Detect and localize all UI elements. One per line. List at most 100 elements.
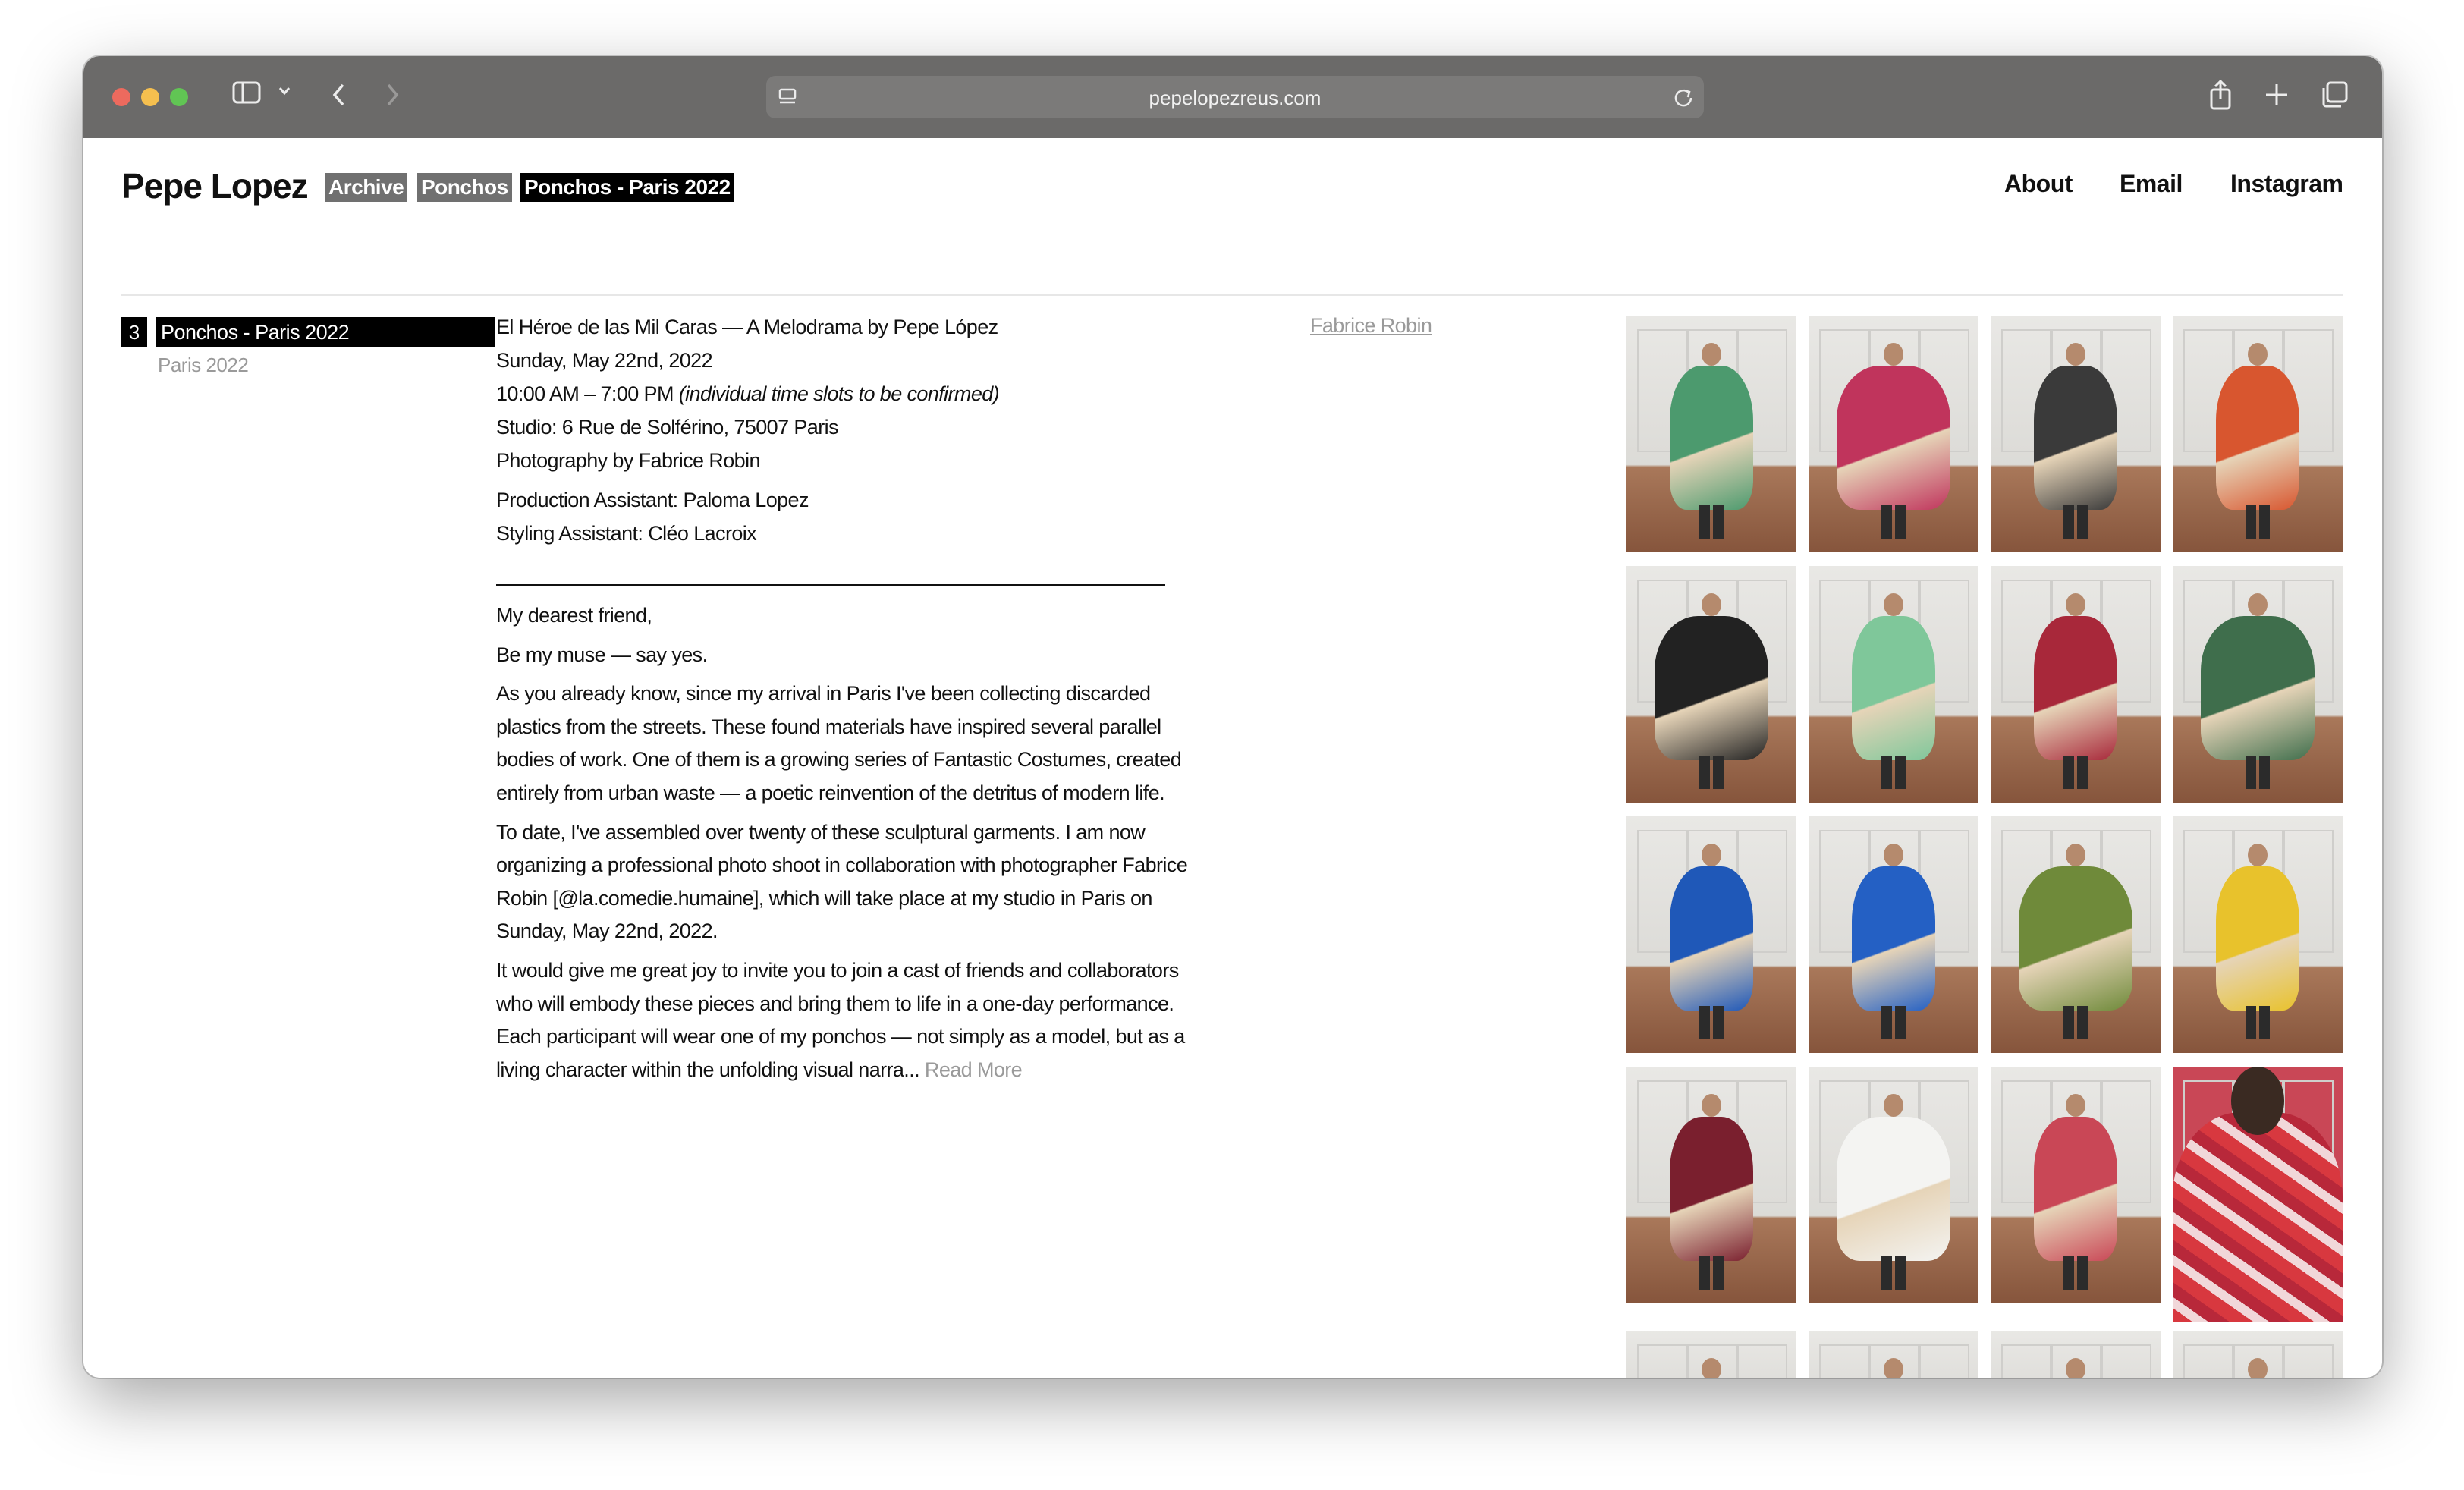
breadcrumb-archive[interactable]: Archive xyxy=(325,173,408,202)
letter-paragraph: Be my muse — say yes. xyxy=(496,643,708,666)
project-number[interactable]: 3 xyxy=(121,317,147,347)
model-head xyxy=(2066,844,2085,866)
gallery-thumbnail[interactable] xyxy=(1809,1331,1978,1378)
browser-toolbar: pepelopezreus.com xyxy=(83,56,2382,138)
zoom-window-button[interactable] xyxy=(170,88,188,106)
model-leg xyxy=(2246,1006,2256,1039)
model-head xyxy=(1702,593,1721,616)
gallery-thumbnail[interactable] xyxy=(1626,816,1796,1053)
breadcrumb-current[interactable]: Ponchos - Paris 2022 xyxy=(520,173,734,202)
browser-window: pepelopezreus.com Pepe Lopez Archive Pon… xyxy=(83,56,2382,1378)
gallery-thumbnail[interactable] xyxy=(1991,316,2161,552)
minimize-window-button[interactable] xyxy=(141,88,159,106)
model-leg xyxy=(2259,505,2270,539)
chevron-down-icon[interactable] xyxy=(278,85,291,99)
costume-shape xyxy=(2019,866,2132,1011)
model-head xyxy=(1702,343,1721,366)
costume-shape xyxy=(2034,366,2117,510)
gallery-thumbnail[interactable] xyxy=(2173,566,2343,803)
model-head xyxy=(2248,343,2268,366)
sidebar-icon[interactable] xyxy=(232,80,261,104)
gallery-thumbnail[interactable] xyxy=(1809,566,1978,803)
costume-shape xyxy=(2216,866,2299,1011)
model-head xyxy=(2066,1094,2085,1117)
site-brand[interactable]: Pepe Lopez xyxy=(121,165,309,206)
model-leg xyxy=(2259,756,2270,789)
gallery-thumbnail[interactable] xyxy=(1809,316,1978,552)
model-leg xyxy=(1895,1256,1906,1290)
gallery-thumbnail[interactable] xyxy=(1626,316,1796,552)
model-head xyxy=(1702,1094,1721,1117)
model-leg xyxy=(1895,1006,1906,1039)
gallery-thumbnail[interactable] xyxy=(1991,1331,2161,1378)
read-more-link[interactable]: Read More xyxy=(925,1058,1023,1081)
project-time: 10:00 AM – 7:00 PM xyxy=(496,382,674,405)
share-icon[interactable] xyxy=(2208,79,2233,114)
model-head xyxy=(1884,343,1903,366)
gallery-thumbnail[interactable] xyxy=(2173,816,2343,1053)
gallery-thumbnail[interactable] xyxy=(1626,1331,1796,1378)
model-leg xyxy=(2063,505,2074,539)
costume-shape xyxy=(1655,616,1768,760)
project-list-item[interactable]: Ponchos - Paris 2022 xyxy=(156,317,495,347)
photographer-credit-link[interactable]: Fabrice Robin xyxy=(1310,314,1432,338)
model-leg xyxy=(1699,505,1710,539)
nav-instagram-link[interactable]: Instagram xyxy=(2230,170,2343,198)
project-photography-line: Photography by Fabrice Robin xyxy=(496,449,761,472)
model-head xyxy=(1884,1094,1903,1117)
model-leg xyxy=(2077,1256,2088,1290)
new-tab-icon[interactable] xyxy=(2264,82,2290,111)
web-page: Pepe Lopez Archive Ponchos Ponchos - Par… xyxy=(83,138,2382,1378)
reload-icon[interactable] xyxy=(1672,86,1695,112)
costume-shape xyxy=(1670,366,1753,510)
costume-shape xyxy=(2034,616,2117,760)
model-head xyxy=(1884,1358,1903,1378)
gallery-thumbnail[interactable] xyxy=(2173,1067,2343,1322)
gallery-thumbnail[interactable] xyxy=(1626,566,1796,803)
gallery-thumbnail[interactable] xyxy=(1991,1067,2161,1303)
gallery-thumbnail[interactable] xyxy=(2173,316,2343,552)
model-leg xyxy=(1895,756,1906,789)
nav-about-link[interactable]: About xyxy=(2004,170,2073,198)
gallery-thumbnail[interactable] xyxy=(1991,566,2161,803)
address-bar[interactable]: pepelopezreus.com xyxy=(766,76,1704,118)
costume-shape xyxy=(2201,616,2315,760)
breadcrumb-ponchos[interactable]: Ponchos xyxy=(417,173,512,202)
project-date-line: Sunday, May 22nd, 2022 xyxy=(496,349,713,372)
close-window-button[interactable] xyxy=(112,88,130,106)
invitation-letter: My dearest friend, Be my muse — say yes.… xyxy=(496,599,1194,1092)
gallery-thumbnail[interactable] xyxy=(1991,816,2161,1053)
gallery-thumbnail[interactable] xyxy=(1626,1067,1796,1303)
model-leg xyxy=(1699,756,1710,789)
project-time-line: 10:00 AM – 7:00 PM (individual time slot… xyxy=(496,382,1000,406)
gallery-thumbnail[interactable] xyxy=(1809,816,1978,1053)
model-leg xyxy=(1699,1006,1710,1039)
costume-shape xyxy=(2216,366,2299,510)
costume-shape xyxy=(2173,1112,2343,1322)
model-leg xyxy=(2077,1006,2088,1039)
model-head xyxy=(1702,1358,1721,1378)
costume-shape xyxy=(1837,366,1950,510)
text-divider xyxy=(496,584,1165,586)
letter-paragraph-last: It would give me great joy to invite you… xyxy=(496,954,1194,1086)
gallery-thumbnail[interactable] xyxy=(1809,1067,1978,1303)
project-time-note: (individual time slots to be confirmed) xyxy=(678,382,1000,405)
letter-paragraph-text: It would give me great joy to invite you… xyxy=(496,958,1185,1081)
project-list-subtitle[interactable]: Paris 2022 xyxy=(158,354,249,377)
project-styling-line: Styling Assistant: Cléo Lacroix xyxy=(496,522,757,545)
model-leg xyxy=(1713,756,1724,789)
forward-icon[interactable] xyxy=(384,82,401,111)
nav-email-link[interactable]: Email xyxy=(2120,170,2183,198)
back-icon[interactable] xyxy=(331,82,347,111)
gallery-thumbnail[interactable] xyxy=(2173,1331,2343,1378)
letter-paragraph: To date, I've assembled over twenty of t… xyxy=(496,820,1188,943)
model-head xyxy=(2066,593,2085,616)
costume-shape xyxy=(1837,1117,1950,1261)
model-head xyxy=(1884,844,1903,866)
model-head xyxy=(2066,1358,2085,1378)
model-leg xyxy=(2063,756,2074,789)
model-head xyxy=(2248,593,2268,616)
model-leg xyxy=(1713,505,1724,539)
model-head xyxy=(1702,844,1721,866)
tabs-overview-icon[interactable] xyxy=(2320,80,2349,112)
